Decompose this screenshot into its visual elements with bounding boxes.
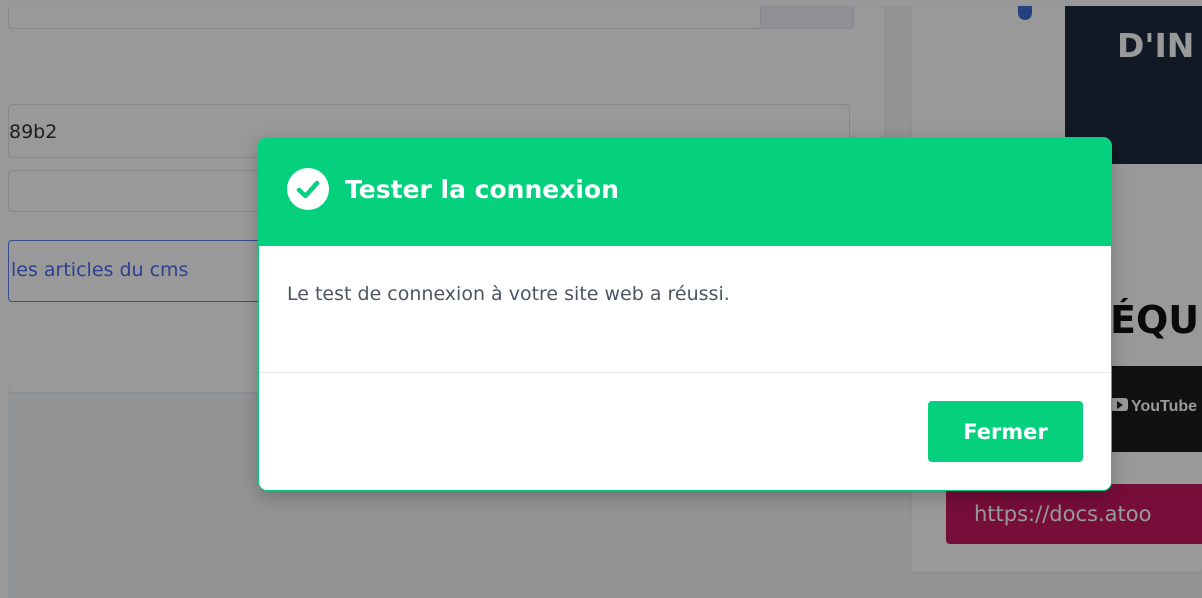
dialog-message: Le test de connexion à votre site web a … <box>287 283 730 305</box>
dialog-title: Tester la connexion <box>345 175 619 204</box>
check-circle-icon <box>287 168 329 210</box>
connection-test-dialog: Tester la connexion Le test de connexion… <box>259 138 1111 490</box>
close-button[interactable]: Fermer <box>928 401 1083 462</box>
dialog-header: Tester la connexion <box>259 138 1111 246</box>
dialog-divider <box>259 372 1111 373</box>
